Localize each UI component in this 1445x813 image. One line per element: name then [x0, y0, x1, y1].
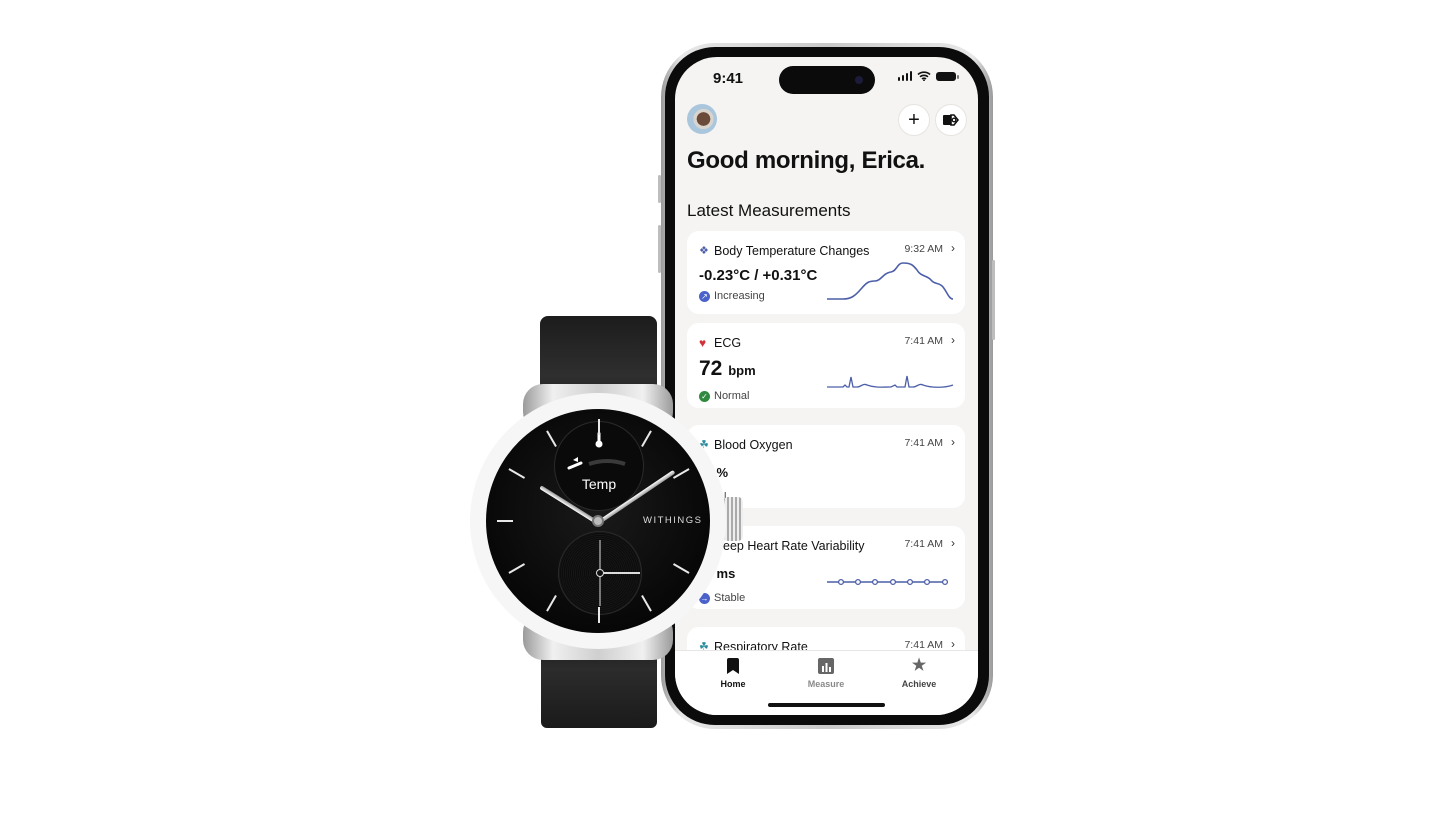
card-title: Body Temperature Changes: [714, 244, 870, 258]
action-button: [658, 175, 661, 203]
chevron-right-icon: ›: [951, 536, 955, 550]
hrv-sparkline: [827, 578, 949, 586]
card-status: Increasing: [714, 290, 765, 302]
chevron-right-icon: ›: [951, 333, 955, 347]
card-value: 72: [699, 357, 723, 380]
tab-measure[interactable]: Measure: [796, 657, 856, 689]
card-title: sleep Heart Rate Variability: [714, 539, 865, 553]
hrv-point: [871, 578, 879, 586]
ecg-sparkline: [827, 375, 954, 388]
status-bar: 9:41: [675, 57, 978, 101]
profile-avatar[interactable]: [687, 104, 717, 134]
tab-achieve[interactable]: ★ Achieve: [889, 657, 949, 689]
card-unit: ms: [716, 566, 736, 581]
body-temp-icon: ❖: [699, 245, 709, 257]
hour-marker: [641, 594, 652, 612]
home-indicator[interactable]: [768, 703, 885, 707]
hour-marker: [508, 468, 526, 479]
measurement-card-body-temperature[interactable]: ❖ Body Temperature Changes 9:32 AM › -0.…: [687, 231, 965, 314]
temperature-sparkline: [827, 262, 954, 300]
card-time: 7:41 AM: [904, 538, 943, 550]
tab-label: Measure: [807, 679, 845, 689]
subdial-hand: [600, 572, 640, 574]
hour-marker: [508, 563, 526, 574]
chevron-right-icon: ›: [951, 435, 955, 449]
temperature-gauge: [567, 457, 626, 470]
arrow-up-right-icon: ↗: [699, 290, 710, 302]
section-title: Latest Measurements: [687, 201, 851, 220]
add-button[interactable]: +: [898, 104, 930, 136]
chevron-right-icon: ›: [951, 637, 955, 651]
hrv-point: [923, 578, 931, 586]
card-time: 7:41 AM: [904, 437, 943, 449]
card-time: 7:41 AM: [904, 335, 943, 347]
watch-crown[interactable]: [723, 497, 743, 541]
hrv-point: [889, 578, 897, 586]
hands-pin: [592, 515, 604, 527]
tab-bar: Home Measure ★ Achieve: [675, 650, 978, 715]
complication-label: Temp: [581, 476, 617, 492]
card-time: 9:32 AM: [904, 243, 943, 255]
card-unit: bpm: [728, 363, 756, 378]
hrv-point: [854, 578, 862, 586]
activity-subdial: [558, 531, 642, 615]
chevron-right-icon: ›: [951, 241, 955, 255]
bookmark-icon: [727, 658, 739, 674]
volume-up-button: [658, 225, 661, 273]
hour-marker: [546, 594, 557, 612]
signal-icon: [897, 71, 912, 81]
card-title: Blood Oxygen: [714, 438, 793, 452]
plus-icon: +: [908, 108, 920, 131]
hour-marker: [497, 520, 513, 522]
watch-dial: Temp WITHINGS: [486, 409, 710, 633]
status-time: 9:41: [713, 70, 744, 87]
card-title: ECG: [714, 336, 742, 350]
dynamic-island: [779, 66, 875, 94]
card-status: Normal: [714, 390, 750, 402]
devices-button[interactable]: [935, 104, 967, 136]
card-value: -0.23°C / +0.31°C: [699, 267, 818, 284]
card-status: Stable: [714, 592, 746, 604]
hrv-point: [941, 578, 949, 586]
hrv-point: [837, 578, 845, 586]
tab-home[interactable]: Home: [703, 657, 763, 689]
check-icon: ✓: [699, 390, 710, 402]
hour-marker: [598, 607, 600, 623]
measurement-card-ecg[interactable]: ♥ ECG 7:41 AM › 72 bpm ✓ Normal: [687, 323, 965, 408]
hour-marker: [672, 563, 690, 574]
device-icon: [943, 114, 959, 126]
battery-icon: [936, 71, 959, 81]
hour-marker: [641, 430, 652, 448]
tab-label: Home: [720, 679, 746, 689]
measurement-card-blood-oxygen[interactable]: ☘ Blood Oxygen 7:41 AM › 8 % ormal: [687, 425, 965, 508]
hour-marker: [672, 468, 690, 479]
hour-marker: [546, 430, 557, 448]
wifi-icon: [917, 71, 931, 81]
heart-icon: ♥: [699, 336, 707, 350]
greeting-title: Good morning, Erica.: [687, 147, 926, 174]
hour-marker: [598, 419, 600, 435]
hrv-point: [906, 578, 914, 586]
phone-screen: 9:41 + Good morning, Erica. Latest Measu…: [675, 57, 978, 715]
bar-chart-icon: [818, 658, 834, 674]
side-button: [992, 260, 995, 340]
watch-brand-label: WITHINGS: [643, 515, 703, 526]
tab-label: Achieve: [901, 679, 937, 689]
star-icon: ★: [911, 657, 927, 674]
